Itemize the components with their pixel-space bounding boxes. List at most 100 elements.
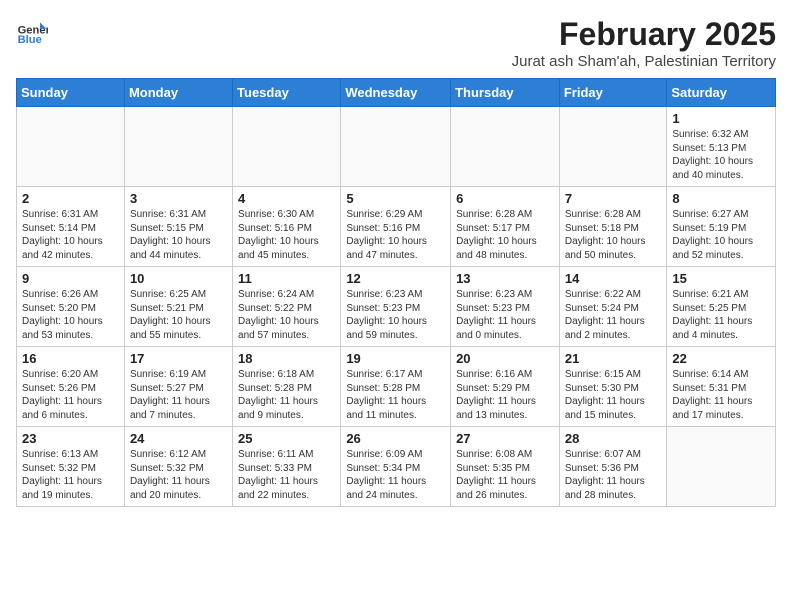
day-info: Sunrise: 6:09 AM Sunset: 5:34 PM Dayligh…: [346, 448, 445, 502]
calendar-cell: 3 Sunrise: 6:31 AM Sunset: 5:15 PM Daylig…: [124, 187, 232, 267]
day-info: Sunrise: 6:18 AM Sunset: 5:28 PM Dayligh…: [238, 368, 335, 422]
day-number: 7: [565, 191, 662, 206]
day-info: Sunrise: 6:22 AM Sunset: 5:24 PM Dayligh…: [565, 288, 662, 342]
calendar-cell: 2 Sunrise: 6:31 AM Sunset: 5:14 PM Daylig…: [17, 187, 125, 267]
day-info: Sunrise: 6:26 AM Sunset: 5:20 PM Dayligh…: [22, 288, 119, 342]
page-subtitle: Jurat ash Sham'ah, Palestinian Territory: [512, 53, 776, 70]
day-number: 20: [456, 351, 554, 366]
calendar-cell: 10 Sunrise: 6:25 AM Sunset: 5:21 PM Dayli…: [124, 267, 232, 347]
calendar-cell: 4Sunrise: 6:30 AM Sunset: 5:16 PM Daylig…: [233, 187, 341, 267]
day-number: 15: [672, 271, 770, 286]
calendar-week-2: 2 Sunrise: 6:31 AM Sunset: 5:14 PM Daylig…: [17, 187, 776, 267]
calendar-week-1: 1 Sunrise: 6:32 AM Sunset: 5:13 PM Daylig…: [17, 107, 776, 187]
calendar-cell: [559, 107, 667, 187]
weekday-header-wednesday: Wednesday: [341, 79, 451, 107]
day-number: 12: [346, 271, 445, 286]
calendar-week-3: 9 Sunrise: 6:26 AM Sunset: 5:20 PM Daylig…: [17, 267, 776, 347]
day-info: Sunrise: 6:07 AM Sunset: 5:36 PM Dayligh…: [565, 448, 662, 502]
calendar-cell: 8 Sunrise: 6:27 AM Sunset: 5:19 PM Daylig…: [667, 187, 776, 267]
weekday-header-saturday: Saturday: [667, 79, 776, 107]
day-info: Sunrise: 6:32 AM Sunset: 5:13 PM Dayligh…: [672, 128, 770, 182]
day-number: 2: [22, 191, 119, 206]
calendar-cell: 15 Sunrise: 6:21 AM Sunset: 5:25 PM Dayli…: [667, 267, 776, 347]
svg-text:Blue: Blue: [18, 34, 42, 46]
weekday-header-row: SundayMondayTuesdayWednesdayThursdayFrid…: [17, 79, 776, 107]
day-number: 6: [456, 191, 554, 206]
day-number: 8: [672, 191, 770, 206]
day-info: Sunrise: 6:21 AM Sunset: 5:25 PM Dayligh…: [672, 288, 770, 342]
day-number: 24: [130, 431, 227, 446]
calendar-cell: 24 Sunrise: 6:12 AM Sunset: 5:32 PM Dayli…: [124, 427, 232, 507]
day-info: Sunrise: 6:31 AM Sunset: 5:14 PM Dayligh…: [22, 208, 119, 262]
calendar-cell: 9 Sunrise: 6:26 AM Sunset: 5:20 PM Daylig…: [17, 267, 125, 347]
weekday-header-thursday: Thursday: [451, 79, 560, 107]
calendar-cell: 14 Sunrise: 6:22 AM Sunset: 5:24 PM Dayli…: [559, 267, 667, 347]
calendar-cell: 28 Sunrise: 6:07 AM Sunset: 5:36 PM Dayli…: [559, 427, 667, 507]
day-info: Sunrise: 6:27 AM Sunset: 5:19 PM Dayligh…: [672, 208, 770, 262]
day-number: 23: [22, 431, 119, 446]
day-number: 28: [565, 431, 662, 446]
day-info: Sunrise: 6:29 AM Sunset: 5:16 PM Dayligh…: [346, 208, 445, 262]
calendar-cell: 6 Sunrise: 6:28 AM Sunset: 5:17 PM Daylig…: [451, 187, 560, 267]
day-info: Sunrise: 6:31 AM Sunset: 5:15 PM Dayligh…: [130, 208, 227, 262]
calendar-cell: 11 Sunrise: 6:24 AM Sunset: 5:22 PM Dayli…: [233, 267, 341, 347]
calendar-cell: [341, 107, 451, 187]
header: General Blue February 2025 Jurat ash Sha…: [16, 16, 776, 70]
day-number: 1: [672, 111, 770, 126]
day-number: 25: [238, 431, 335, 446]
page-title: February 2025: [512, 16, 776, 53]
weekday-header-monday: Monday: [124, 79, 232, 107]
logo-icon: General Blue: [16, 16, 48, 48]
day-info: Sunrise: 6:28 AM Sunset: 5:18 PM Dayligh…: [565, 208, 662, 262]
day-number: 26: [346, 431, 445, 446]
day-number: 27: [456, 431, 554, 446]
day-number: 19: [346, 351, 445, 366]
calendar-cell: 22Sunrise: 6:14 AM Sunset: 5:31 PM Dayli…: [667, 347, 776, 427]
day-number: 14: [565, 271, 662, 286]
day-number: 9: [22, 271, 119, 286]
day-number: 16: [22, 351, 119, 366]
calendar-cell: 17 Sunrise: 6:19 AM Sunset: 5:27 PM Dayli…: [124, 347, 232, 427]
day-info: Sunrise: 6:13 AM Sunset: 5:32 PM Dayligh…: [22, 448, 119, 502]
day-number: 21: [565, 351, 662, 366]
day-number: 10: [130, 271, 227, 286]
calendar-cell: 18 Sunrise: 6:18 AM Sunset: 5:28 PM Dayli…: [233, 347, 341, 427]
day-info: Sunrise: 6:19 AM Sunset: 5:27 PM Dayligh…: [130, 368, 227, 422]
logo: General Blue: [16, 16, 48, 48]
day-info: Sunrise: 6:24 AM Sunset: 5:22 PM Dayligh…: [238, 288, 335, 342]
calendar-cell: [451, 107, 560, 187]
calendar-cell: 23 Sunrise: 6:13 AM Sunset: 5:32 PM Dayli…: [17, 427, 125, 507]
calendar-week-5: 23 Sunrise: 6:13 AM Sunset: 5:32 PM Dayli…: [17, 427, 776, 507]
day-number: 18: [238, 351, 335, 366]
calendar-cell: [667, 427, 776, 507]
day-info: Sunrise: 6:28 AM Sunset: 5:17 PM Dayligh…: [456, 208, 554, 262]
day-number: 3: [130, 191, 227, 206]
calendar-cell: [17, 107, 125, 187]
day-info: Sunrise: 6:14 AM Sunset: 5:31 PM Dayligh…: [672, 368, 770, 422]
weekday-header-sunday: Sunday: [17, 79, 125, 107]
day-info: Sunrise: 6:25 AM Sunset: 5:21 PM Dayligh…: [130, 288, 227, 342]
day-number: 5: [346, 191, 445, 206]
calendar-cell: 16 Sunrise: 6:20 AM Sunset: 5:26 PM Dayli…: [17, 347, 125, 427]
calendar-cell: 21Sunrise: 6:15 AM Sunset: 5:30 PM Dayli…: [559, 347, 667, 427]
calendar-cell: 26 Sunrise: 6:09 AM Sunset: 5:34 PM Dayli…: [341, 427, 451, 507]
day-number: 13: [456, 271, 554, 286]
calendar-cell: 1 Sunrise: 6:32 AM Sunset: 5:13 PM Daylig…: [667, 107, 776, 187]
calendar-cell: 20Sunrise: 6:16 AM Sunset: 5:29 PM Dayli…: [451, 347, 560, 427]
day-info: Sunrise: 6:11 AM Sunset: 5:33 PM Dayligh…: [238, 448, 335, 502]
day-info: Sunrise: 6:20 AM Sunset: 5:26 PM Dayligh…: [22, 368, 119, 422]
calendar-week-4: 16 Sunrise: 6:20 AM Sunset: 5:26 PM Dayli…: [17, 347, 776, 427]
day-number: 4: [238, 191, 335, 206]
day-number: 17: [130, 351, 227, 366]
calendar-cell: 5 Sunrise: 6:29 AM Sunset: 5:16 PM Daylig…: [341, 187, 451, 267]
calendar-cell: [233, 107, 341, 187]
calendar-cell: 12 Sunrise: 6:23 AM Sunset: 5:23 PM Dayli…: [341, 267, 451, 347]
day-number: 11: [238, 271, 335, 286]
calendar-cell: 25 Sunrise: 6:11 AM Sunset: 5:33 PM Dayli…: [233, 427, 341, 507]
calendar-table: SundayMondayTuesdayWednesdayThursdayFrid…: [16, 78, 776, 507]
day-info: Sunrise: 6:17 AM Sunset: 5:28 PM Dayligh…: [346, 368, 445, 422]
day-info: Sunrise: 6:12 AM Sunset: 5:32 PM Dayligh…: [130, 448, 227, 502]
calendar-cell: 7 Sunrise: 6:28 AM Sunset: 5:18 PM Daylig…: [559, 187, 667, 267]
day-info: Sunrise: 6:23 AM Sunset: 5:23 PM Dayligh…: [456, 288, 554, 342]
day-info: Sunrise: 6:23 AM Sunset: 5:23 PM Dayligh…: [346, 288, 445, 342]
